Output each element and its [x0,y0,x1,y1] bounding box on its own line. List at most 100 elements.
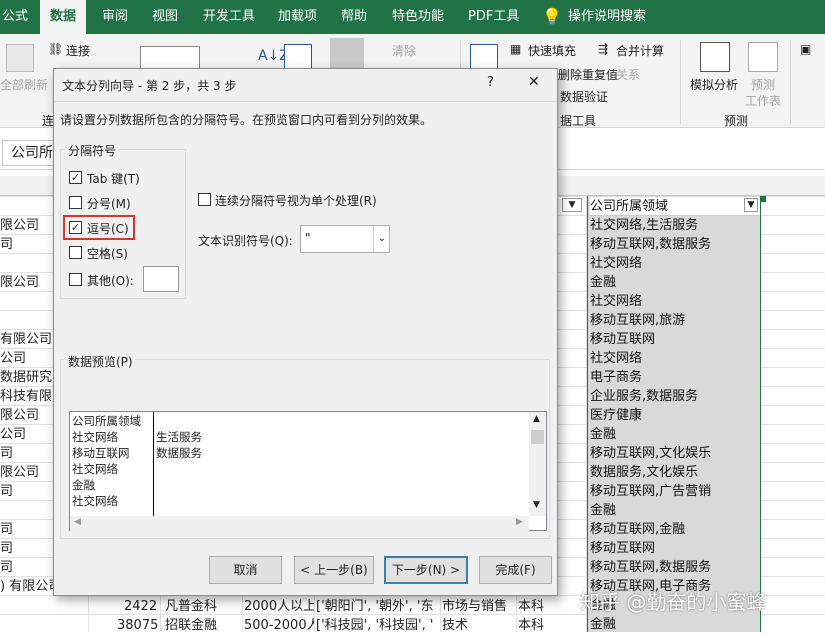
company-name-cell[interactable]: 限公司 [0,463,39,482]
scroll-up-icon[interactable]: ▲ [533,414,540,424]
company-name-cell[interactable]: 司 [0,235,13,254]
column-cell[interactable]: 移动互联网 [590,330,655,349]
consecutive-label[interactable]: 连续分隔符号视为单个处理(R) [215,192,377,209]
company-name-cell[interactable]: 公司 [0,349,26,368]
name-box[interactable]: 公司所 [2,140,60,166]
column-cell[interactable]: 社交网络,生活服务 [590,216,698,235]
column-cell[interactable]: 金融 [590,425,616,444]
data-preview-box[interactable]: 公司所属领域 社交网络 生活服务 移动互联网 数据服务 社交网络 金融 社交网络 ▲ ▼ ◀ … [69,411,547,531]
column-cell[interactable]: 金融 [590,273,616,292]
column-header-cell[interactable]: 公司所属领域 [590,197,760,216]
consolidate-button[interactable]: 合并计算 [616,42,664,59]
back-button[interactable]: < 上一步(B) [294,556,374,584]
company-name-cell[interactable]: 有限公司 [0,330,52,349]
cell-type-2[interactable]: 技术 [442,616,468,635]
company-name-cell[interactable]: 公司 [0,425,26,444]
column-cell[interactable]: 社交网络 [590,254,642,273]
column-cell[interactable]: 社交网络 [590,292,642,311]
scroll-left-icon[interactable]: ◀ [74,517,81,527]
scroll-thumb[interactable] [531,430,544,444]
tell-me-search[interactable]: 操作说明搜索 [568,0,646,34]
text-qualifier-select[interactable]: " ⌄ [300,225,390,253]
remove-duplicates-button[interactable]: 删除重复值 [558,66,618,83]
refresh-all-button[interactable]: 全部刷新 [0,76,48,93]
company-name-cell[interactable]: 司 [0,558,13,577]
data-validation-button[interactable]: 数据验证 [560,88,608,105]
help-button[interactable]: ? [487,75,494,90]
vertical-scrollbar[interactable]: ▲ ▼ [529,412,546,516]
outline-icon[interactable]: ▣ [800,42,811,56]
forecast-sheet-label-2[interactable]: 工作表 [745,92,781,109]
cell-edu-2[interactable]: 本科 [518,616,544,635]
space-label[interactable]: 空格(S) [87,245,128,262]
chevron-down-icon[interactable]: ⌄ [373,226,390,252]
scroll-down-icon[interactable]: ▼ [533,500,540,510]
tab-developer[interactable]: 开发工具 [203,0,255,34]
cell-size-2[interactable]: 500-2000人 [244,616,314,635]
flash-fill-button[interactable]: 快速填充 [528,42,576,59]
tab-data[interactable]: 数据 [40,0,87,34]
semicolon-checkbox[interactable] [69,196,82,209]
column-cell[interactable]: 移动互联网,金融 [590,520,685,539]
relationships-button[interactable]: 关系 [616,66,640,83]
selection-handle[interactable] [760,196,766,202]
company-name-cell[interactable]: 数据研究 [0,368,52,387]
column-cell[interactable]: 金融 [590,501,616,520]
semicolon-label[interactable]: 分号(M) [87,195,131,212]
cell-district-1[interactable]: ['朝阳门', '朝外', '东 [316,597,438,616]
other-label[interactable]: 其他(O): [87,272,134,289]
cell-edu-1[interactable]: 本科 [518,597,544,616]
column-cell[interactable]: 移动互联网 [590,539,655,558]
cell-district-2[interactable]: ['科技园', '科技园', ' [316,616,438,635]
forecast-sheet-icon[interactable] [748,42,778,72]
cell-type-1[interactable]: 市场与销售 [442,597,516,616]
what-if-button[interactable]: 模拟分析 [690,76,738,93]
cell-size-1[interactable]: 2000人以上 [244,597,314,616]
company-name-cell[interactable]: 限公司 [0,406,39,425]
forecast-sheet-label-1[interactable]: 预测 [751,76,775,93]
column-cell[interactable]: 移动互联网,旅游 [590,311,685,330]
column-cell[interactable]: 金融 [590,615,616,634]
cell-company-1[interactable]: 凡普金科 [165,597,217,616]
tab-help[interactable]: 帮助 [341,0,367,34]
other-checkbox[interactable] [69,273,82,286]
tab-features[interactable]: 特色功能 [392,0,444,34]
company-name-cell[interactable]: 限公司 [0,216,39,235]
company-name-cell[interactable]: 科技有限 [0,387,52,406]
connections-button[interactable]: 连接 [66,42,90,59]
column-cell[interactable]: 移动互联网,广告营销 [590,482,711,501]
finish-button[interactable]: 完成(F) [479,556,552,584]
scroll-right-icon[interactable]: ▶ [516,517,523,527]
column-cell[interactable]: 数据服务,文化娱乐 [590,463,698,482]
column-cell[interactable]: 移动互联网,文化娱乐 [590,444,711,463]
company-name-cell[interactable]: 司 [0,444,13,463]
column-cell[interactable]: 企业服务,数据服务 [590,387,698,406]
tab-view[interactable]: 视图 [152,0,178,34]
refresh-all-icon[interactable] [6,44,34,72]
tab-label[interactable]: Tab 键(T) [87,170,140,187]
filter-dropdown-icon[interactable]: ▼ [744,198,758,212]
close-icon[interactable]: ✕ [528,74,540,90]
company-name-cell[interactable]: 限公司 [0,273,39,292]
horizontal-scrollbar[interactable]: ◀ ▶ [70,516,529,531]
cell-id-1[interactable]: 2422 [124,597,157,616]
cancel-button[interactable]: 取消 [209,556,282,584]
tab-pdf-tools[interactable]: PDF工具 [468,0,519,34]
tab-addins[interactable]: 加载项 [278,0,317,34]
consecutive-checkbox[interactable] [198,193,211,206]
cell-company-2[interactable]: 招联金融 [165,616,217,635]
column-cell[interactable]: 电子商务 [590,368,642,387]
cell-id-2[interactable]: 38075 [117,616,158,635]
column-cell[interactable]: 移动互联网,数据服务 [590,558,711,577]
column-cell[interactable]: 移动互联网,数据服务 [590,235,711,254]
what-if-icon[interactable] [700,42,730,72]
other-input[interactable] [143,266,179,292]
comma-checkbox[interactable]: ✓ [69,221,82,234]
company-name-cell[interactable]: 司 [0,482,13,501]
filter-dropdown-icon-2[interactable]: ▼ [562,198,582,212]
space-checkbox[interactable] [69,246,82,259]
next-button[interactable]: 下一步(N) > [384,556,468,584]
clear-filter-button[interactable]: 清除 [392,42,416,59]
comma-label[interactable]: 逗号(C) [87,220,129,237]
company-name-cell[interactable]: 司 [0,539,13,558]
